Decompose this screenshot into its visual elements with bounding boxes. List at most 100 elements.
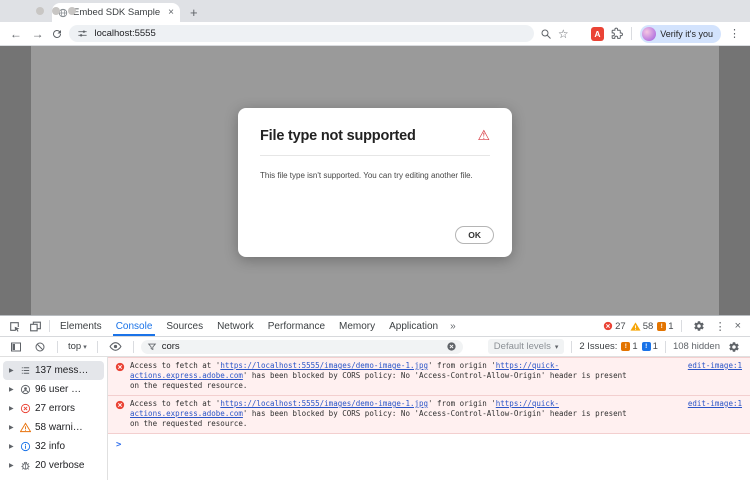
issues-blue-badge[interactable]: ! 1 bbox=[642, 341, 658, 352]
warning-count-badge[interactable]: 58 bbox=[630, 321, 654, 332]
bookmark-star-icon[interactable]: ☆ bbox=[558, 28, 569, 40]
maximize-window-button[interactable] bbox=[68, 7, 76, 15]
tab-strip: Embed SDK Sample × + bbox=[0, 0, 750, 22]
hidden-messages-count: 108 hidden bbox=[673, 341, 720, 352]
tab-performance[interactable]: Performance bbox=[261, 316, 332, 336]
console-error-message: Access to fetch at 'https://localhost:55… bbox=[108, 396, 750, 434]
error-circle-icon bbox=[20, 403, 31, 414]
tabbar-divider bbox=[49, 320, 50, 332]
chevron-down-icon: ▾ bbox=[83, 343, 87, 351]
tab-memory[interactable]: Memory bbox=[332, 316, 382, 336]
back-button[interactable]: ← bbox=[8, 27, 24, 41]
expand-triangle-icon[interactable]: ▶ bbox=[9, 367, 16, 374]
expand-triangle-icon[interactable]: ▶ bbox=[9, 405, 16, 412]
zoom-magnifier-icon[interactable] bbox=[540, 28, 552, 40]
browser-toolbar: ← → localhost:5555 ☆ A Verify it's you ⋮ bbox=[0, 22, 750, 46]
tab-sources[interactable]: Sources bbox=[159, 316, 210, 336]
browser-window: Embed SDK Sample × + ← → localhost:5555 … bbox=[0, 0, 750, 480]
profile-avatar bbox=[642, 27, 656, 41]
sidebar-item-warnings[interactable]: ▶ 58 warni… bbox=[3, 418, 104, 437]
source-location-link[interactable]: edit-image:1 bbox=[688, 361, 742, 371]
bug-icon bbox=[20, 460, 31, 471]
chevron-down-icon: ▾ bbox=[555, 343, 559, 351]
live-expression-eye-icon[interactable] bbox=[105, 340, 126, 353]
console-filter-input[interactable] bbox=[162, 341, 441, 352]
console-messages: Access to fetch at 'https://localhost:55… bbox=[108, 357, 750, 480]
sidebar-item-info[interactable]: ▶ 32 info bbox=[3, 437, 104, 456]
console-error-message: Access to fetch at 'https://localhost:55… bbox=[108, 357, 750, 396]
devtools-menu-kebab-icon[interactable]: ⋮ bbox=[713, 320, 728, 333]
window-controls[interactable] bbox=[36, 7, 76, 15]
extensions-puzzle-icon[interactable] bbox=[610, 27, 623, 40]
adblock-extension-icon[interactable]: A bbox=[591, 27, 605, 41]
console-filter-box[interactable] bbox=[141, 340, 463, 354]
forward-button[interactable]: → bbox=[30, 27, 46, 41]
new-tab-button[interactable]: + bbox=[190, 6, 198, 20]
devtools-close-icon[interactable]: × bbox=[732, 320, 744, 332]
warning-triangle-icon bbox=[20, 422, 31, 433]
site-settings-icon[interactable] bbox=[77, 28, 88, 39]
tabbar-divider bbox=[681, 320, 682, 332]
issue-count-badge[interactable]: ! 1 bbox=[657, 321, 673, 332]
error-message-text: Access to fetch at 'https://localhost:55… bbox=[130, 361, 630, 391]
console-sidebar-toggle-icon[interactable] bbox=[6, 341, 26, 353]
error-circle-icon bbox=[115, 362, 125, 375]
browser-menu-kebab-icon[interactable]: ⋮ bbox=[727, 27, 742, 40]
profile-label: Verify it's you bbox=[660, 29, 713, 39]
console-settings-gear-icon[interactable] bbox=[724, 341, 744, 353]
reload-button[interactable] bbox=[51, 28, 63, 40]
tab-close-icon[interactable]: × bbox=[168, 7, 174, 18]
issues-label: 2 Issues: bbox=[579, 341, 617, 352]
request-url-link[interactable]: https://localhost:5555/images/demo-image… bbox=[220, 399, 428, 408]
sidebar-item-verbose[interactable]: ▶ 20 verbose bbox=[3, 456, 104, 475]
issues-orange-badge[interactable]: ! 1 bbox=[621, 341, 637, 352]
tab-application[interactable]: Application bbox=[382, 316, 445, 336]
warning-triangle-icon bbox=[630, 321, 641, 332]
device-toolbar-icon[interactable] bbox=[25, 316, 46, 336]
console-toolbar-divider bbox=[97, 341, 98, 353]
console-toolbar: top ▾ Default levels ▾ bbox=[0, 337, 750, 357]
console-sidebar: ▶ 137 mess… ▶ 96 user … ▶ 27 errors ▶ bbox=[0, 357, 108, 480]
source-location-link[interactable]: edit-image:1 bbox=[688, 399, 742, 409]
error-count-badge[interactable]: 27 bbox=[603, 321, 626, 332]
profile-verify-button[interactable]: Verify it's you bbox=[640, 25, 721, 43]
filter-funnel-icon bbox=[147, 342, 157, 352]
close-window-button[interactable] bbox=[36, 7, 44, 15]
sidebar-item-user-messages[interactable]: ▶ 96 user … bbox=[3, 380, 104, 399]
console-toolbar-divider bbox=[665, 341, 666, 353]
expand-triangle-icon[interactable]: ▶ bbox=[9, 386, 16, 393]
expand-triangle-icon[interactable]: ▶ bbox=[9, 424, 16, 431]
issue-blue-icon: ! bbox=[642, 342, 651, 351]
expand-triangle-icon[interactable]: ▶ bbox=[9, 443, 16, 450]
tab-network[interactable]: Network bbox=[210, 316, 261, 336]
ok-button[interactable]: OK bbox=[455, 226, 494, 244]
inspect-element-icon[interactable] bbox=[4, 316, 25, 336]
url-text[interactable]: localhost:5555 bbox=[94, 28, 155, 39]
error-message-text: Access to fetch at 'https://localhost:55… bbox=[130, 399, 630, 429]
context-selector[interactable]: top ▾ bbox=[65, 341, 90, 352]
devtools-settings-gear-icon[interactable] bbox=[689, 320, 709, 332]
more-tabs-chevron-icon[interactable]: » bbox=[445, 316, 461, 336]
console-toolbar-divider bbox=[57, 341, 58, 353]
clear-console-icon[interactable] bbox=[30, 341, 50, 353]
sidebar-item-errors[interactable]: ▶ 27 errors bbox=[3, 399, 104, 418]
console-prompt-chevron[interactable]: > bbox=[108, 434, 750, 450]
console-toolbar-divider bbox=[571, 341, 572, 353]
tab-elements[interactable]: Elements bbox=[53, 316, 109, 336]
tab-console[interactable]: Console bbox=[109, 316, 160, 336]
dialog-body-text: This file type isn't supported. You can … bbox=[260, 169, 492, 182]
dialog-title: File type not supported bbox=[260, 128, 416, 144]
user-icon bbox=[20, 384, 31, 395]
tab-title: Embed SDK Sample bbox=[73, 7, 163, 18]
request-url-link[interactable]: https://localhost:5555/images/demo-image… bbox=[220, 361, 428, 370]
info-circle-icon bbox=[20, 441, 31, 452]
minimize-window-button[interactable] bbox=[52, 7, 60, 15]
clear-filter-icon[interactable] bbox=[446, 341, 457, 352]
error-circle-icon bbox=[603, 321, 613, 331]
default-levels-dropdown[interactable]: Default levels ▾ bbox=[488, 339, 565, 354]
address-bar[interactable]: localhost:5555 bbox=[69, 25, 533, 42]
expand-triangle-icon[interactable]: ▶ bbox=[9, 462, 16, 469]
sidebar-item-messages[interactable]: ▶ 137 mess… bbox=[3, 361, 104, 380]
devtools-panel: Elements Console Sources Network Perform… bbox=[0, 315, 750, 480]
console-toolbar-divider bbox=[133, 341, 134, 353]
